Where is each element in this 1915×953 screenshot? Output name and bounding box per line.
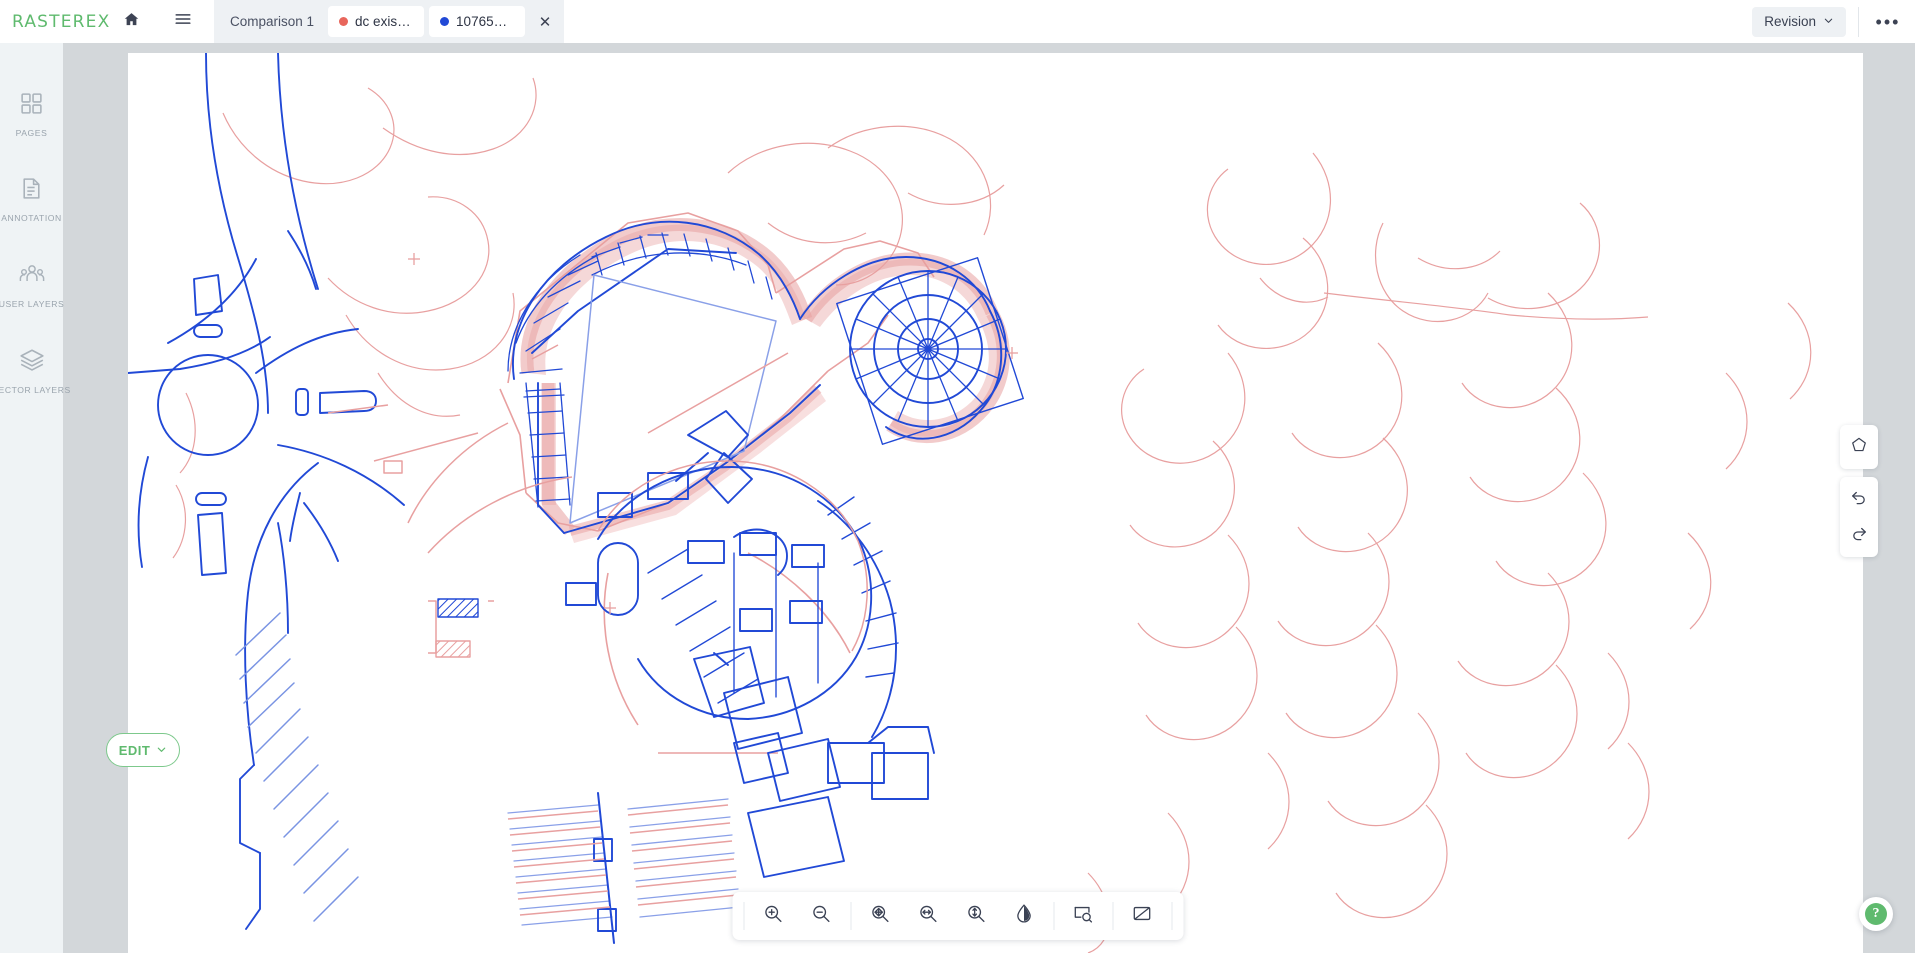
close-tab-button[interactable]: ✕ xyxy=(532,9,558,35)
document-tab-strip: Comparison 1 dc existing.p... 1076536EX-… xyxy=(214,0,565,43)
pentagon-icon xyxy=(1850,436,1868,459)
help-button[interactable]: ? xyxy=(1859,897,1893,931)
drawing-canvas[interactable] xyxy=(128,53,1863,953)
edit-button[interactable]: EDIT xyxy=(106,733,180,767)
revision-dropdown[interactable]: Revision xyxy=(1752,6,1846,37)
magnifier-move-minus-icon xyxy=(918,903,939,929)
canvas-gutter-top xyxy=(128,43,1863,53)
chevron-down-icon xyxy=(156,743,167,758)
header-divider xyxy=(1858,6,1859,37)
undo-arrow-icon xyxy=(1850,488,1868,511)
revision-label: Revision xyxy=(1764,14,1816,29)
document-tab-1[interactable]: dc existing.p... xyxy=(328,6,425,37)
zoom-window-button[interactable] xyxy=(856,896,904,936)
toolbar-separator xyxy=(1053,902,1054,930)
redo-button[interactable] xyxy=(1841,517,1877,553)
pan-magnify-button[interactable] xyxy=(1059,896,1107,936)
image-off-icon xyxy=(1132,903,1153,929)
home-button[interactable] xyxy=(114,5,148,39)
contrast-button[interactable] xyxy=(1000,896,1048,936)
chevron-down-icon xyxy=(1823,14,1834,29)
layers-stack-icon xyxy=(19,347,45,378)
more-options-button[interactable]: ••• xyxy=(1871,5,1905,39)
brand-logo: RASTEREX xyxy=(12,11,111,32)
pages-grid-icon xyxy=(19,91,44,121)
hamburger-menu-icon xyxy=(174,10,192,33)
annotation-document-icon xyxy=(19,176,44,206)
menu-button[interactable] xyxy=(166,5,200,39)
sidebar-item-label: PAGES xyxy=(15,128,48,138)
cad-overlay-drawing xyxy=(128,53,1863,953)
header-right-controls: Revision ••• xyxy=(1752,5,1915,39)
comparison-label: Comparison 1 xyxy=(230,14,315,29)
edit-button-label: EDIT xyxy=(118,742,151,758)
sidebar-item-label: VECTOR LAYERS xyxy=(0,385,71,395)
zoom-in-button[interactable] xyxy=(749,896,797,936)
sidebar-item-pages[interactable]: PAGES xyxy=(0,91,63,138)
shape-tool-card xyxy=(1840,425,1878,469)
toggle-overlay-button[interactable] xyxy=(1118,896,1166,936)
history-card xyxy=(1840,477,1878,557)
document-tab-2[interactable]: 1076536EX-... xyxy=(429,6,526,37)
dot-icon xyxy=(440,17,450,26)
document-tab-label: dc existing.p... xyxy=(355,14,413,29)
sidebar-item-user-layers[interactable]: USER LAYERS xyxy=(0,261,65,309)
bottom-toolbar xyxy=(732,892,1183,940)
sidebar-item-vector-layers[interactable]: VECTOR LAYERS xyxy=(0,347,70,395)
sidebar-item-label: USER LAYERS xyxy=(0,299,65,309)
home-icon xyxy=(123,11,140,33)
application-window: RASTEREX Comparison 1 dc existing xyxy=(0,0,1915,953)
zoom-out-button[interactable] xyxy=(797,896,845,936)
top-header-bar: RASTEREX Comparison 1 dc existing xyxy=(0,0,1915,43)
polygon-shape-button[interactable] xyxy=(1841,429,1877,465)
zoom-previous-button[interactable] xyxy=(904,896,952,936)
document-tab-label: 1076536EX-... xyxy=(456,14,514,29)
users-group-icon xyxy=(19,261,45,292)
right-tool-panel xyxy=(1840,425,1878,557)
help-label: ? xyxy=(1865,903,1887,925)
dot-icon xyxy=(339,17,349,26)
magnifier-move-plus-icon xyxy=(870,903,891,929)
toolbar-separator xyxy=(1112,902,1113,930)
magnifier-plus-icon xyxy=(763,903,784,929)
magnifier-fit-height-icon xyxy=(966,903,987,929)
screen-magnifier-icon xyxy=(1073,903,1094,929)
toolbar-separator xyxy=(850,902,851,930)
contrast-droplet-icon xyxy=(1014,903,1035,929)
zoom-fit-height-button[interactable] xyxy=(952,896,1000,936)
undo-button[interactable] xyxy=(1841,481,1877,517)
sidebar-item-annotation[interactable]: ANNOTATION xyxy=(0,176,63,223)
toolbar-separator xyxy=(743,902,744,930)
redo-arrow-icon xyxy=(1850,524,1868,547)
magnifier-minus-icon xyxy=(811,903,832,929)
sidebar-item-label: ANNOTATION xyxy=(1,213,62,223)
left-sidebar: PAGES ANNOTATION USER LAYERS VECTOR LAYE… xyxy=(0,43,70,953)
toolbar-separator xyxy=(1171,902,1172,930)
canvas-gutter-left xyxy=(63,43,128,953)
